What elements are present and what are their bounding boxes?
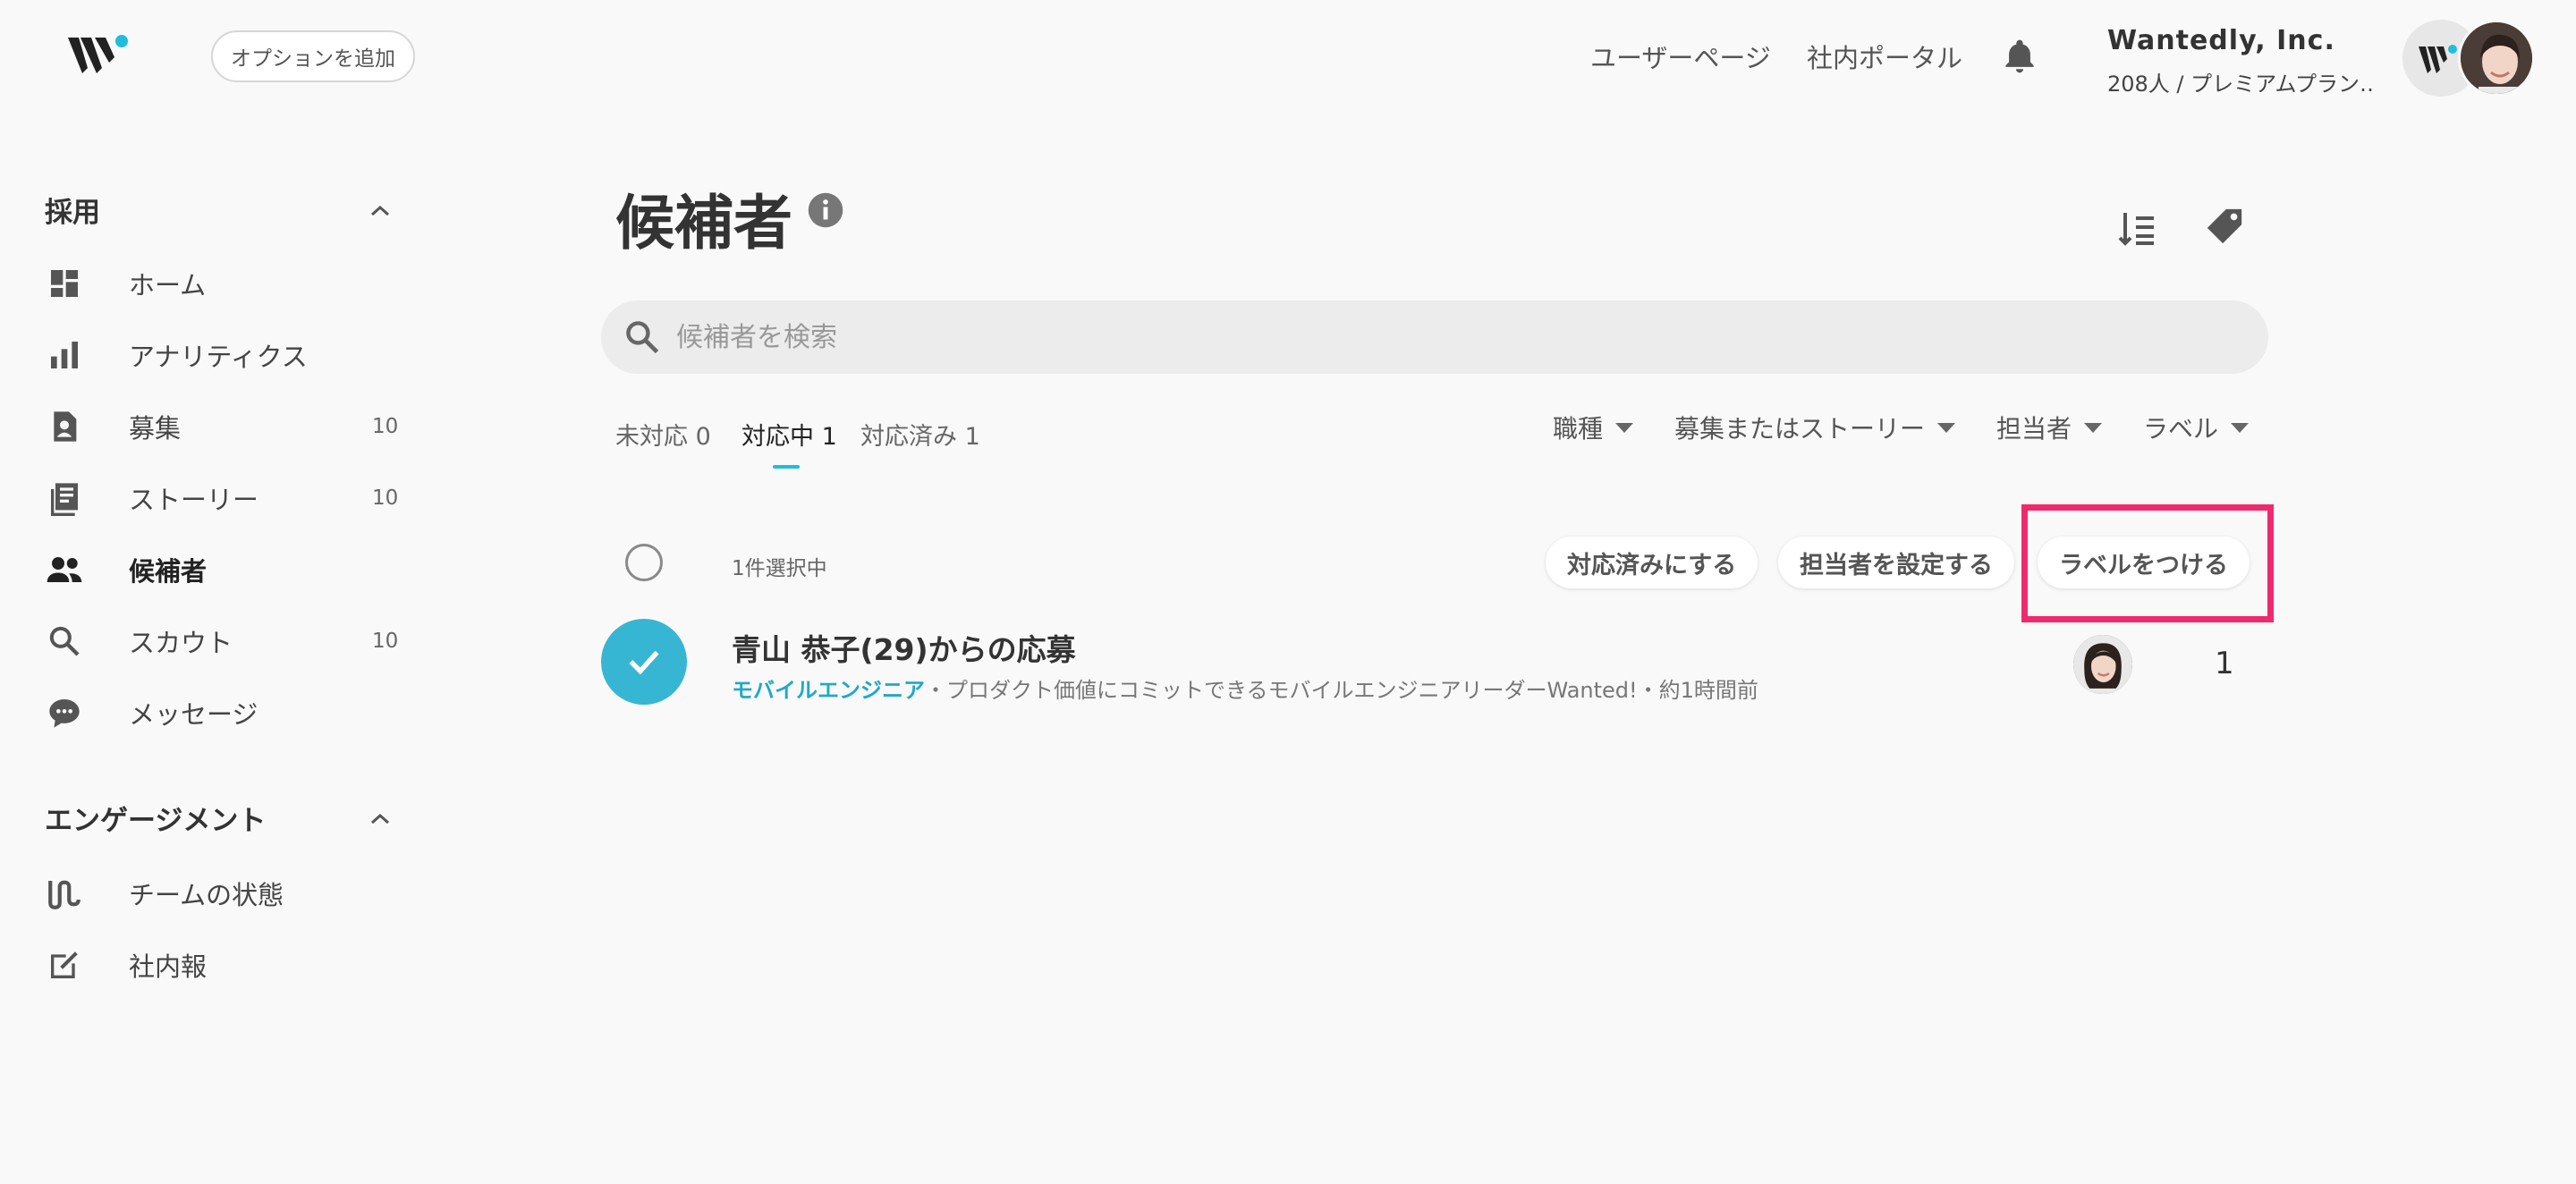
sidebar-item-label: チームの状態 xyxy=(129,880,284,910)
sidebar-item-home[interactable]: ホーム xyxy=(45,257,402,310)
company-name[interactable]: Wantedly, Inc. xyxy=(2107,25,2335,56)
sidebar-section-engagement: エンゲージメント xyxy=(45,805,267,837)
mark-done-button[interactable]: 対応済みにする xyxy=(1546,537,1758,588)
highlight-box xyxy=(2021,504,2274,622)
dashboard-icon xyxy=(45,264,84,303)
set-assignee-button[interactable]: 担当者を設定する xyxy=(1778,537,2014,588)
tab-in-progress[interactable]: 対応中 1 xyxy=(741,417,837,452)
portal-link[interactable]: 社内ポータル xyxy=(1807,38,1962,75)
sidebar-item-candidates[interactable]: 候補者 xyxy=(45,543,402,596)
job-post-icon xyxy=(45,407,84,446)
chevron-up-icon[interactable] xyxy=(369,202,392,218)
sidebar-item-jobs[interactable]: 募集 10 xyxy=(45,400,402,453)
sort-icon[interactable] xyxy=(2116,207,2159,250)
sidebar-item-count: 10 xyxy=(372,630,399,653)
candidate-subtitle: モバイルエンジニア ・プロダクト価値にコミットできるモバイルエンジニアリーダーW… xyxy=(732,672,1758,704)
sidebar-section-recruit: 採用 xyxy=(45,197,100,229)
sidebar-item-label: ストーリー xyxy=(129,485,259,515)
company-plan: 208人 / プレミアムプラン… xyxy=(2107,72,2376,97)
check-icon xyxy=(629,650,659,675)
search-icon xyxy=(45,622,84,661)
candidate-title[interactable]: 青山 恭子(29)からの応募 xyxy=(732,626,1076,669)
filter-assignee[interactable]: 担当者 xyxy=(1996,410,2103,445)
search-input[interactable] xyxy=(676,321,2197,353)
user-page-link[interactable]: ユーザーページ xyxy=(1590,38,1771,75)
select-all-checkbox[interactable] xyxy=(625,544,663,581)
edit-note-icon xyxy=(45,945,84,985)
story-icon xyxy=(45,478,84,518)
sidebar-item-label: アナリティクス xyxy=(129,342,308,372)
info-icon[interactable] xyxy=(807,191,844,229)
sidebar-item-stories[interactable]: ストーリー 10 xyxy=(45,471,402,525)
selection-count: 1件選択中 xyxy=(732,557,827,580)
sidebar-item-label: 募集 xyxy=(129,413,182,444)
tab-done[interactable]: 対応済み 1 xyxy=(860,417,980,452)
sidebar-item-label: ホーム xyxy=(129,270,207,300)
sidebar-item-label: 候補者 xyxy=(129,556,208,587)
sidebar-item-scout[interactable]: スカウト 10 xyxy=(45,614,402,668)
tag-icon[interactable] xyxy=(2204,206,2245,247)
sidebar-item-newsletter[interactable]: 社内報 xyxy=(45,938,402,992)
team-wave-icon xyxy=(45,874,84,913)
sidebar-item-count: 10 xyxy=(372,415,399,438)
chevron-up-icon[interactable] xyxy=(369,810,392,826)
sidebar-item-label: 社内報 xyxy=(129,951,208,982)
sidebar-item-label: スカウト xyxy=(129,628,233,658)
candidate-detail: ・プロダクト価値にコミットできるモバイルエンジニアリーダーWanted!・約1時… xyxy=(925,678,1758,703)
candidate-checkbox[interactable] xyxy=(601,619,687,705)
filter-label[interactable]: ラベル xyxy=(2143,410,2250,445)
add-option-button[interactable]: オプションを追加 xyxy=(211,30,415,82)
search-icon xyxy=(626,321,659,354)
sidebar-item-messages[interactable]: メッセージ xyxy=(45,686,402,740)
people-icon xyxy=(45,550,84,589)
sidebar-item-label: メッセージ xyxy=(129,699,258,730)
page-title: 候補者 xyxy=(615,189,792,258)
user-avatar[interactable] xyxy=(2458,20,2535,97)
active-tab-indicator xyxy=(773,465,800,469)
candidate-job-link[interactable]: モバイルエンジニア xyxy=(732,672,925,704)
filter-job-type[interactable]: 職種 xyxy=(1553,410,1634,445)
candidate-search[interactable] xyxy=(601,300,2268,374)
bar-chart-icon xyxy=(45,335,84,375)
chat-icon xyxy=(45,693,84,732)
candidate-count: 1 xyxy=(2215,646,2234,681)
tab-unhandled[interactable]: 未対応 0 xyxy=(615,417,711,452)
sidebar-item-team-status[interactable]: チームの状態 xyxy=(45,867,402,920)
sidebar-item-count: 10 xyxy=(372,486,399,510)
wantedly-logo[interactable] xyxy=(66,32,131,79)
sidebar-item-analytics[interactable]: アナリティクス xyxy=(45,328,402,382)
assignee-avatar[interactable] xyxy=(2073,635,2132,694)
bell-icon[interactable] xyxy=(2000,36,2039,77)
filter-job-or-story[interactable]: 募集またはストーリー xyxy=(1674,410,1956,445)
